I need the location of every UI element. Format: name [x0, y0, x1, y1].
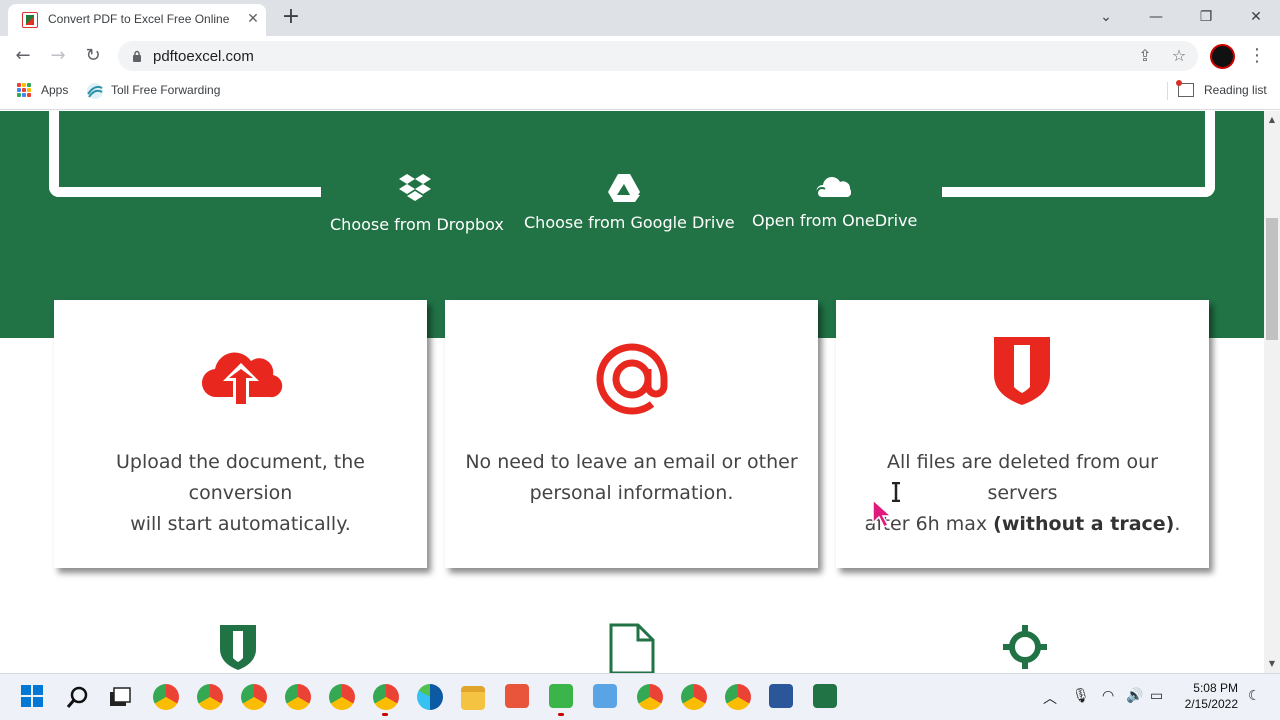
toll-free-forwarding-icon	[87, 83, 103, 99]
feature-card-upload: Upload the document, the conversion will…	[54, 300, 427, 568]
scroll-down-icon[interactable]: ▼	[1264, 657, 1280, 671]
apps-grid-icon[interactable]	[17, 83, 31, 97]
share-icon[interactable]: ⇪	[1134, 45, 1156, 67]
reading-list-badge	[1176, 80, 1182, 86]
notepad-icon[interactable]	[593, 684, 617, 708]
address-bar[interactable]: pdftoexcel.com ⇪ ☆	[118, 41, 1198, 71]
reload-icon[interactable]: ↻	[81, 44, 105, 68]
menu-kebab-icon[interactable]: ⋮	[1248, 46, 1266, 66]
volume-icon[interactable]: 🔊	[1126, 688, 1143, 704]
document-icon	[609, 623, 655, 673]
search-icon[interactable]	[66, 685, 90, 709]
chrome-profile-5-icon[interactable]	[329, 684, 355, 710]
dropbox-label: Choose from Dropbox	[330, 215, 504, 234]
tab-title: Convert PDF to Excel Free Online - N	[48, 12, 232, 26]
chrome-profile-8-icon[interactable]	[681, 684, 707, 710]
app-red-icon[interactable]	[505, 684, 529, 708]
excel-icon[interactable]	[813, 684, 837, 708]
feature-text-upload: Upload the document, the conversion will…	[116, 451, 365, 535]
google-drive-icon	[608, 174, 640, 202]
microphone-icon[interactable]: 🎙	[1072, 688, 1090, 704]
onedrive-icon	[816, 177, 851, 198]
at-sign-icon	[596, 343, 668, 415]
google-drive-option[interactable]: Choose from Google Drive	[524, 173, 735, 232]
scrollbar-thumb[interactable]	[1266, 218, 1278, 340]
restore-button[interactable]: ❐	[1193, 6, 1219, 28]
tray-chevron-icon[interactable]: ︿	[1043, 688, 1057, 708]
dropbox-option[interactable]: Choose from Dropbox	[330, 173, 504, 234]
word-icon[interactable]	[769, 684, 793, 708]
file-explorer-icon[interactable]	[461, 686, 485, 710]
profile-avatar[interactable]	[1210, 44, 1235, 69]
chrome-taskbar-icon[interactable]	[153, 684, 179, 710]
shield-icon	[994, 337, 1050, 405]
url-text: pdftoexcel.com	[153, 48, 254, 65]
bookmark-toll-free-forwarding[interactable]: Toll Free Forwarding	[111, 83, 220, 97]
bookmark-star-icon[interactable]: ☆	[1168, 45, 1190, 67]
system-clock[interactable]: 5:08 PM 2/15/2022	[1184, 680, 1238, 712]
notifications-icon[interactable]: ☾	[1248, 688, 1261, 704]
bookmark-apps[interactable]: Apps	[41, 83, 68, 97]
edge-taskbar-icon[interactable]	[417, 684, 443, 710]
chrome-profile-9-icon[interactable]	[725, 684, 751, 710]
forward-arrow-icon[interactable]: →	[46, 44, 70, 68]
active-app-indicator	[382, 713, 388, 716]
task-view-icon[interactable]	[108, 686, 132, 708]
wifi-icon[interactable]: ◠	[1102, 688, 1114, 704]
google-drive-label: Choose from Google Drive	[524, 213, 735, 232]
windows-start-icon[interactable]	[21, 685, 43, 707]
page-viewport: Choose from Dropbox Choose from Google D…	[0, 111, 1264, 673]
chrome-profile-4-icon[interactable]	[285, 684, 311, 710]
shield-green-icon	[220, 625, 256, 670]
feature-text-privacy: No need to leave an email or other perso…	[465, 451, 798, 504]
scroll-up-icon[interactable]: ▲	[1264, 113, 1280, 127]
chrome-profile-6-icon[interactable]	[373, 684, 399, 710]
clock-time: 5:08 PM	[1193, 681, 1238, 695]
bookmarks-separator	[1167, 82, 1168, 100]
close-window-button[interactable]: ✕	[1243, 6, 1269, 28]
minimize-button[interactable]: —	[1143, 6, 1169, 28]
chrome-profile-7-icon[interactable]	[637, 684, 663, 710]
onedrive-label: Open from OneDrive	[752, 211, 918, 230]
browser-toolbar: ← → ↻ pdftoexcel.com ⇪ ☆	[0, 36, 1280, 76]
battery-icon[interactable]: ▭	[1150, 688, 1163, 704]
onedrive-option[interactable]: Open from OneDrive	[752, 173, 918, 230]
tab-search-button[interactable]: ⌄	[1093, 6, 1119, 28]
dropbox-icon	[399, 174, 431, 201]
clock-date: 2/15/2022	[1184, 697, 1238, 711]
chrome-profile-3-icon[interactable]	[241, 684, 267, 710]
cloud-upload-icon	[201, 352, 283, 407]
feature-card-privacy: No need to leave an email or other perso…	[445, 300, 818, 568]
page-scrollbar[interactable]	[1264, 111, 1280, 673]
back-arrow-icon[interactable]: ←	[11, 44, 35, 68]
lock-icon	[133, 50, 141, 62]
new-tab-button[interactable]: +	[280, 6, 302, 29]
tab-close-icon[interactable]: ✕	[244, 10, 262, 28]
site-favicon-icon	[22, 12, 38, 28]
mouse-pointer-icon	[872, 499, 893, 529]
browser-tab[interactable]: Convert PDF to Excel Free Online - N ✕	[8, 4, 266, 36]
app-green-icon[interactable]	[549, 684, 573, 708]
target-icon	[1003, 625, 1047, 669]
reading-list-button[interactable]: Reading list	[1204, 83, 1267, 97]
chrome-profile-2-icon[interactable]	[197, 684, 223, 710]
